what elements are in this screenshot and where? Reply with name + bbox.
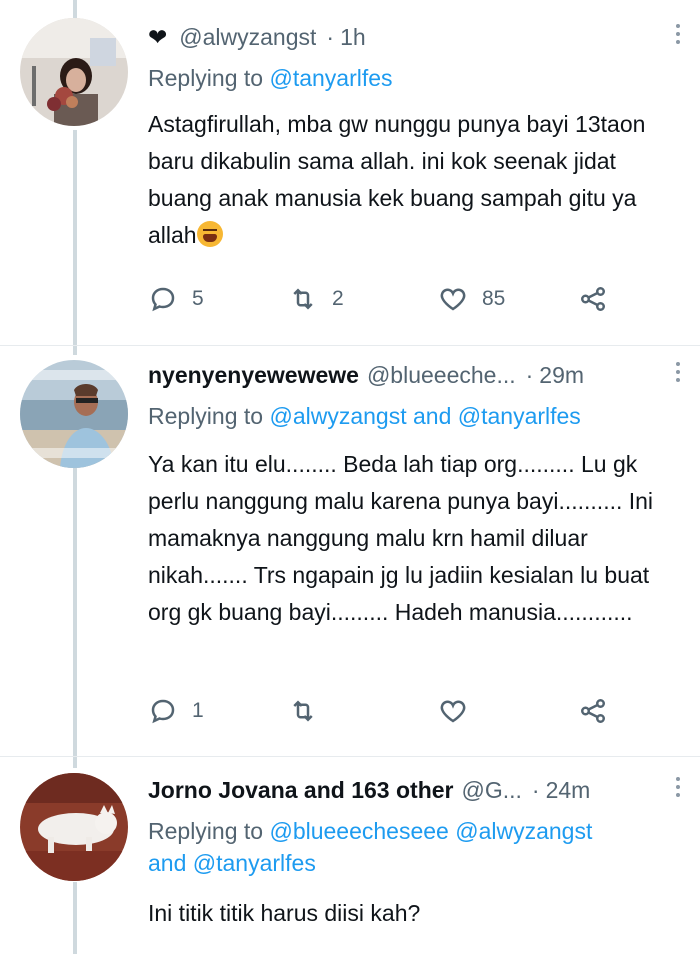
share-button[interactable] (578, 694, 608, 728)
timestamp[interactable]: 1h (340, 24, 366, 51)
heart-outline-icon (440, 700, 466, 723)
reply-button[interactable]: 5 (148, 282, 204, 316)
share-icon (581, 287, 605, 311)
separator-dot: · (326, 23, 335, 50)
action-bar: 5 2 85 (148, 282, 628, 316)
tweet-text: Astagfirullah, mba gw nunggu punya bayi … (148, 106, 682, 254)
avatar[interactable] (20, 360, 128, 468)
retweet-icon (293, 288, 313, 310)
share-icon (581, 699, 605, 723)
tweet-text: Ini titik titik harus diisi kah? (148, 900, 421, 926)
mention-link[interactable]: @tanyarlfes (269, 65, 392, 91)
replying-to: Replying to @blueeecheseee @alwyzangst a… (148, 815, 682, 879)
reply-icon (151, 287, 175, 312)
tweet-header: nyenyenyewewewe @blueeeche... · 29m (148, 358, 682, 392)
replying-to: Replying to @tanyarlfes (148, 62, 682, 94)
more-options-icon[interactable] (676, 777, 682, 797)
separator-dot: · (525, 361, 534, 388)
like-button[interactable] (438, 694, 468, 728)
avatar-photo-woman-flowers (20, 18, 128, 126)
more-options-icon[interactable] (676, 24, 682, 44)
tweet-text-body: Astagfirullah, mba gw nunggu punya bayi … (148, 111, 646, 248)
display-name[interactable]: Jorno Jovana and 163 other (148, 777, 453, 804)
more-options-icon[interactable] (676, 362, 682, 382)
heart-outline-icon (440, 288, 466, 311)
avatar-photo-man-beach (20, 360, 128, 468)
action-bar: 1 (148, 694, 628, 728)
retweet-icon (293, 700, 313, 722)
tweet-text: Ya kan itu elu........ Beda lah tiap org… (148, 451, 654, 625)
replying-label: Replying to (148, 403, 264, 429)
user-handle[interactable]: @alwyzangst (179, 24, 316, 51)
heart-icon: ❤ (148, 23, 168, 50)
replying-label: Replying to (148, 65, 264, 91)
user-handle[interactable]: @G... (461, 777, 521, 804)
reply-count: 5 (192, 287, 204, 310)
avatar-photo-cat (20, 773, 128, 881)
avatar[interactable] (20, 18, 128, 126)
tweet-header: Jorno Jovana and 163 other @G... · 24m (148, 773, 682, 807)
like-count: 85 (482, 287, 506, 310)
like-button[interactable]: 85 (438, 282, 505, 316)
mention-link-2[interactable]: and @tanyarlfes (148, 850, 316, 876)
tweet-1[interactable]: ❤ @alwyzangst · 1h Replying to @tanyarlf… (0, 0, 700, 350)
display-name[interactable]: nyenyenyewewewe (148, 362, 359, 389)
replying-label: Replying to (148, 818, 264, 844)
tired-face-emoji (196, 221, 223, 247)
share-button[interactable] (578, 282, 608, 316)
user-handle[interactable]: @blueeeche... (367, 362, 516, 389)
timestamp[interactable]: 29m (539, 362, 584, 389)
mention-link[interactable]: @blueeecheseee @alwyzangst (269, 818, 592, 844)
reply-icon (151, 699, 175, 724)
separator-dot: · (531, 776, 540, 803)
avatar[interactable] (20, 773, 128, 881)
replying-to: Replying to @alwyzangst and @tanyarlfes (148, 400, 682, 432)
retweet-count: 2 (332, 287, 344, 310)
reply-count: 1 (192, 699, 204, 722)
reply-button[interactable]: 1 (148, 694, 204, 728)
mention-link[interactable]: @alwyzangst and @tanyarlfes (269, 403, 580, 429)
retweet-button[interactable]: 2 (288, 282, 344, 316)
tweet-3[interactable]: Jorno Jovana and 163 other @G... · 24m R… (0, 757, 700, 954)
tweet-2[interactable]: nyenyenyewewewe @blueeeche... · 29m Repl… (0, 346, 700, 756)
retweet-button[interactable] (288, 694, 318, 728)
tweet-header: ❤ @alwyzangst · 1h (148, 20, 682, 54)
timestamp[interactable]: 24m (546, 777, 591, 804)
